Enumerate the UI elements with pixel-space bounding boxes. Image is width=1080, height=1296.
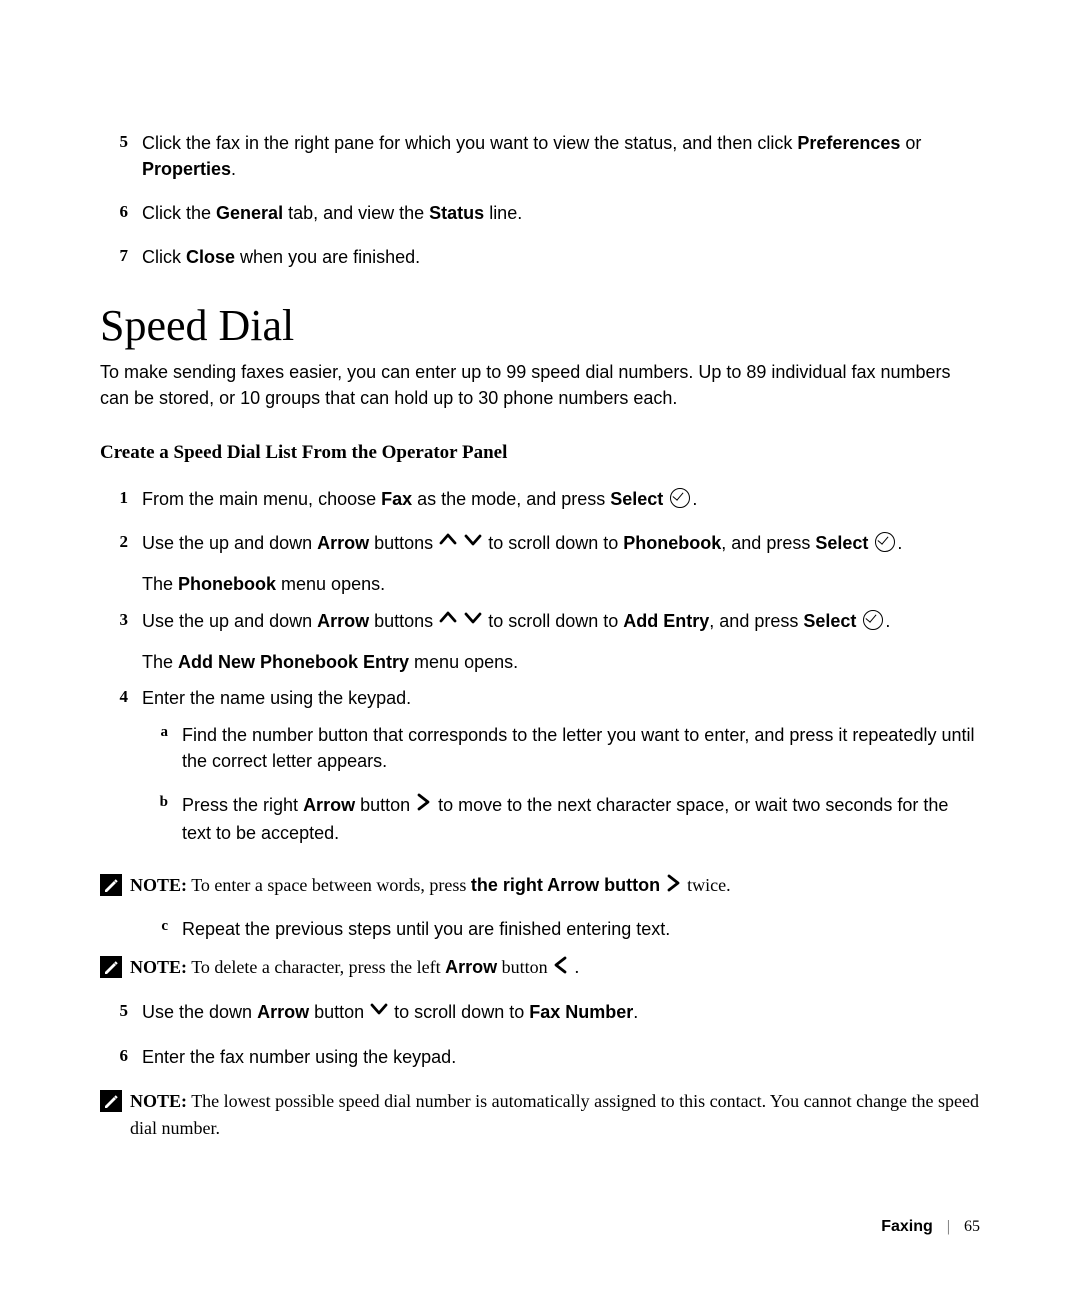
procedure-list-cont: c Repeat the previous steps until you ar…	[100, 916, 980, 942]
list-item: 1 From the main menu, choose Fax as the …	[100, 486, 980, 512]
sub-marker: a	[142, 722, 182, 774]
step-number: 2	[100, 530, 142, 598]
note-text: NOTE: The lowest possible speed dial num…	[130, 1088, 980, 1140]
step-text: Use the up and down Arrow buttons to scr…	[142, 530, 980, 598]
step-number: 3	[100, 608, 142, 676]
footer-page-number: 65	[964, 1218, 980, 1235]
pencil-note-icon	[100, 956, 122, 978]
list-item: 4 Enter the name using the keypad. a Fin…	[100, 685, 980, 863]
sub-item: a Find the number button that correspond…	[142, 722, 980, 774]
chevron-down-icon	[369, 999, 389, 1026]
sub-marker: c	[142, 916, 182, 942]
chevron-down-icon	[463, 530, 483, 557]
chevron-up-icon	[438, 530, 458, 557]
check-circle-icon	[670, 488, 690, 508]
step-text: Enter the fax number using the keypad.	[142, 1044, 980, 1070]
chevron-right-icon	[415, 792, 433, 819]
footer-separator: |	[947, 1218, 950, 1235]
step-text: Enter the name using the keypad. a Find …	[142, 685, 980, 863]
section-heading: Speed Dial	[100, 300, 980, 351]
sub-list: c Repeat the previous steps until you ar…	[142, 916, 980, 942]
step-number: 5	[100, 130, 142, 182]
sub-item: b Press the right Arrow button to move t…	[142, 792, 980, 846]
check-circle-icon	[863, 610, 883, 630]
step-text: Use the down Arrow button to scroll down…	[142, 999, 980, 1027]
note-text: NOTE: To enter a space between words, pr…	[130, 872, 731, 900]
chevron-down-icon	[463, 608, 483, 635]
list-item: c Repeat the previous steps until you ar…	[100, 916, 980, 942]
step-text: Use the up and down Arrow buttons to scr…	[142, 608, 980, 676]
step-text: Click the fax in the right pane for whic…	[142, 130, 980, 182]
list-item: 3 Use the up and down Arrow buttons to s…	[100, 608, 980, 676]
note: NOTE: The lowest possible speed dial num…	[100, 1088, 980, 1140]
list-item: 5 Use the down Arrow button to scroll do…	[100, 999, 980, 1027]
step-number: 5	[100, 999, 142, 1027]
top-instruction-list: 5 Click the fax in the right pane for wh…	[100, 130, 980, 270]
sub-item: c Repeat the previous steps until you ar…	[142, 916, 980, 942]
note-text: NOTE: To delete a character, press the l…	[130, 954, 579, 982]
pencil-note-icon	[100, 1090, 122, 1112]
step-number: 6	[100, 1044, 142, 1070]
footer-section: Faxing	[881, 1218, 933, 1235]
list-item: 5 Click the fax in the right pane for wh…	[100, 130, 980, 182]
step-number: 7	[100, 244, 142, 270]
list-item: 6 Click the General tab, and view the St…	[100, 200, 980, 226]
subsection-heading: Create a Speed Dial List From the Operat…	[100, 442, 980, 464]
step-result: The Add New Phonebook Entry menu opens.	[142, 649, 980, 675]
chevron-left-icon	[552, 955, 570, 982]
list-item: 6 Enter the fax number using the keypad.	[100, 1044, 980, 1070]
pencil-note-icon	[100, 874, 122, 896]
document-page: 5 Click the fax in the right pane for wh…	[0, 0, 1080, 1141]
step-text: Click Close when you are finished.	[142, 244, 980, 270]
section-intro: To make sending faxes easier, you can en…	[100, 359, 980, 411]
procedure-list: 1 From the main menu, choose Fax as the …	[100, 486, 980, 864]
chevron-right-icon	[665, 873, 683, 900]
step-text: Click the General tab, and view the Stat…	[142, 200, 980, 226]
procedure-list-cont2: 5 Use the down Arrow button to scroll do…	[100, 999, 980, 1071]
list-item: 7 Click Close when you are finished.	[100, 244, 980, 270]
step-result: The Phonebook menu opens.	[142, 571, 980, 597]
list-item: 2 Use the up and down Arrow buttons to s…	[100, 530, 980, 598]
note: NOTE: To delete a character, press the l…	[100, 954, 980, 982]
step-number: 4	[100, 685, 142, 863]
chevron-up-icon	[438, 608, 458, 635]
step-text: From the main menu, choose Fax as the mo…	[142, 486, 980, 512]
check-circle-icon	[875, 532, 895, 552]
sub-text: Find the number button that corresponds …	[182, 722, 980, 774]
step-number: 1	[100, 486, 142, 512]
sub-marker: b	[142, 792, 182, 846]
page-footer: Faxing | 65	[881, 1218, 980, 1236]
sub-text: Repeat the previous steps until you are …	[182, 916, 980, 942]
note: NOTE: To enter a space between words, pr…	[100, 872, 980, 900]
sub-text: Press the right Arrow button to move to …	[182, 792, 980, 846]
step-number: 6	[100, 200, 142, 226]
sub-list: a Find the number button that correspond…	[142, 722, 980, 846]
